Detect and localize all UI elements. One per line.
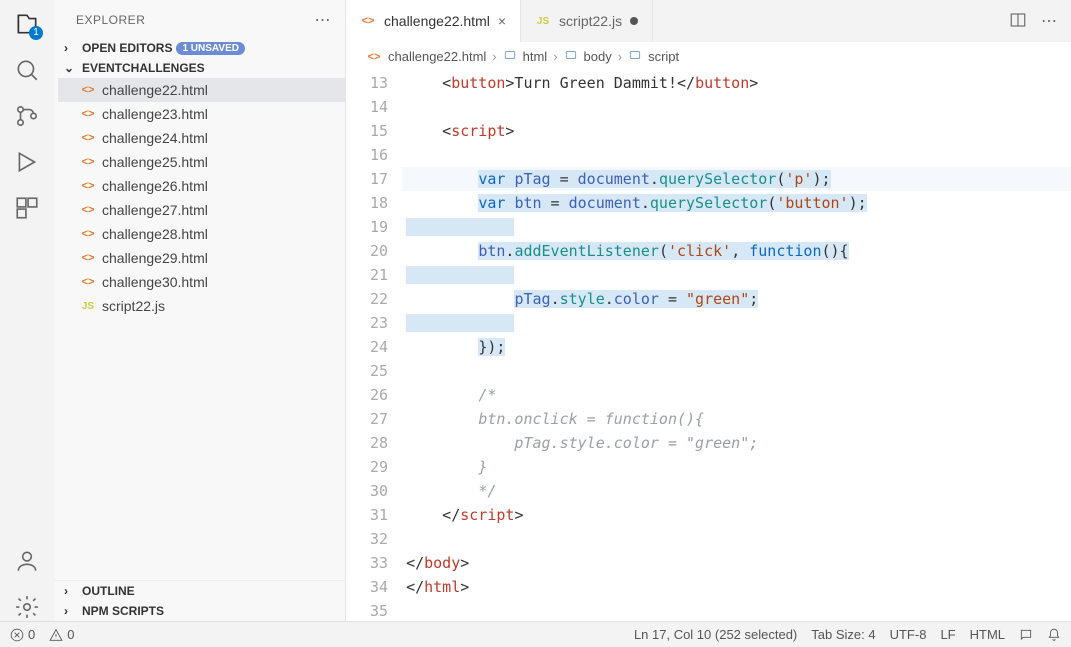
- split-editor-icon[interactable]: [1009, 11, 1027, 32]
- language-mode[interactable]: HTML: [970, 627, 1005, 642]
- close-tab-icon[interactable]: ×: [498, 13, 506, 29]
- file-item[interactable]: <> challenge22.html: [58, 78, 345, 102]
- html-file-icon: <>: [80, 130, 96, 146]
- file-item[interactable]: <> challenge23.html: [58, 102, 345, 126]
- file-item[interactable]: <> challenge25.html: [58, 150, 345, 174]
- tag-icon: [628, 48, 642, 65]
- html-file-icon: <>: [360, 13, 376, 29]
- activity-bar: 1: [0, 0, 54, 621]
- file-name: challenge30.html: [102, 274, 208, 290]
- sidebar-title: EXPLORER: [76, 13, 145, 27]
- chevron-right-icon: ›: [64, 584, 78, 598]
- explorer-icon[interactable]: 1: [13, 10, 41, 38]
- file-item[interactable]: <> challenge30.html: [58, 270, 345, 294]
- tab-bar: <>challenge22.html×JSscript22.js ⋯: [346, 0, 1071, 42]
- notifications-icon[interactable]: [1047, 628, 1061, 642]
- file-name: script22.js: [102, 298, 165, 314]
- html-file-icon: <>: [366, 49, 382, 65]
- html-file-icon: <>: [80, 274, 96, 290]
- chevron-right-icon: ›: [64, 41, 78, 55]
- file-name: challenge28.html: [102, 226, 208, 242]
- html-file-icon: <>: [80, 178, 96, 194]
- sidebar: EXPLORER ⋯ › OPEN EDITORS 1 UNSAVED ⌄ EV…: [54, 0, 346, 621]
- status-bar: 0 0 Ln 17, Col 10 (252 selected) Tab Siz…: [0, 621, 1071, 647]
- account-icon[interactable]: [13, 547, 41, 575]
- file-item[interactable]: <> challenge24.html: [58, 126, 345, 150]
- unsaved-badge: 1 UNSAVED: [176, 42, 245, 55]
- file-name: challenge27.html: [102, 202, 208, 218]
- file-name: challenge23.html: [102, 106, 208, 122]
- breadcrumb-item[interactable]: challenge22.html: [388, 49, 486, 64]
- breadcrumb-item[interactable]: html: [523, 49, 548, 64]
- chevron-down-icon: ⌄: [64, 61, 78, 75]
- html-file-icon: <>: [80, 250, 96, 266]
- html-file-icon: <>: [80, 106, 96, 122]
- file-item[interactable]: <> challenge26.html: [58, 174, 345, 198]
- file-item[interactable]: <> challenge29.html: [58, 246, 345, 270]
- file-item[interactable]: JS script22.js: [58, 294, 345, 318]
- html-file-icon: <>: [80, 82, 96, 98]
- problems-errors[interactable]: 0: [10, 627, 35, 642]
- tab-size[interactable]: Tab Size: 4: [811, 627, 875, 642]
- html-file-icon: <>: [80, 226, 96, 242]
- breadcrumb-item[interactable]: script: [648, 49, 679, 64]
- file-tree: <> challenge22.html <> challenge23.html <> ch…: [54, 78, 345, 580]
- extensions-icon[interactable]: [13, 194, 41, 222]
- file-item[interactable]: <> challenge28.html: [58, 222, 345, 246]
- editor-tab[interactable]: <>challenge22.html×: [346, 0, 521, 42]
- file-name: challenge24.html: [102, 130, 208, 146]
- eol[interactable]: LF: [940, 627, 955, 642]
- explorer-badge: 1: [29, 26, 43, 40]
- file-name: challenge26.html: [102, 178, 208, 194]
- editor-tab[interactable]: JSscript22.js: [521, 0, 653, 42]
- js-file-icon: JS: [535, 13, 551, 29]
- sidebar-more-icon[interactable]: ⋯: [315, 10, 332, 30]
- js-file-icon: JS: [80, 298, 96, 314]
- file-item[interactable]: <> challenge27.html: [58, 198, 345, 222]
- code-content[interactable]: <button>Turn Green Dammit!</button> <scr…: [402, 71, 1071, 621]
- line-numbers: 1314151617181920212223242526272829303132…: [346, 71, 402, 621]
- file-name: challenge25.html: [102, 154, 208, 170]
- html-file-icon: <>: [80, 154, 96, 170]
- breadcrumb-item[interactable]: body: [584, 49, 612, 64]
- cursor-position[interactable]: Ln 17, Col 10 (252 selected): [634, 627, 797, 642]
- source-control-icon[interactable]: [13, 102, 41, 130]
- file-name: challenge22.html: [102, 82, 208, 98]
- encoding[interactable]: UTF-8: [890, 627, 927, 642]
- code-editor[interactable]: 1314151617181920212223242526272829303132…: [346, 71, 1071, 621]
- breadcrumb[interactable]: <>challenge22.html›html›body›script: [346, 42, 1071, 71]
- problems-warnings[interactable]: 0: [49, 627, 74, 642]
- html-file-icon: <>: [80, 202, 96, 218]
- dirty-indicator-icon: [630, 17, 638, 25]
- search-icon[interactable]: [13, 56, 41, 84]
- file-name: challenge29.html: [102, 250, 208, 266]
- debug-icon[interactable]: [13, 148, 41, 176]
- tag-icon: [564, 48, 578, 65]
- editor-area: <>challenge22.html×JSscript22.js ⋯ <>cha…: [346, 0, 1071, 621]
- open-editors-section[interactable]: › OPEN EDITORS 1 UNSAVED: [54, 38, 345, 58]
- feedback-icon[interactable]: [1019, 628, 1033, 642]
- editor-more-icon[interactable]: ⋯: [1041, 11, 1057, 32]
- chevron-right-icon: ›: [64, 604, 78, 618]
- outline-section[interactable]: › OUTLINE: [54, 581, 345, 601]
- settings-gear-icon[interactable]: [13, 593, 41, 621]
- folder-section[interactable]: ⌄ EVENTCHALLENGES: [54, 58, 345, 78]
- npm-scripts-section[interactable]: › NPM SCRIPTS: [54, 601, 345, 621]
- tag-icon: [503, 48, 517, 65]
